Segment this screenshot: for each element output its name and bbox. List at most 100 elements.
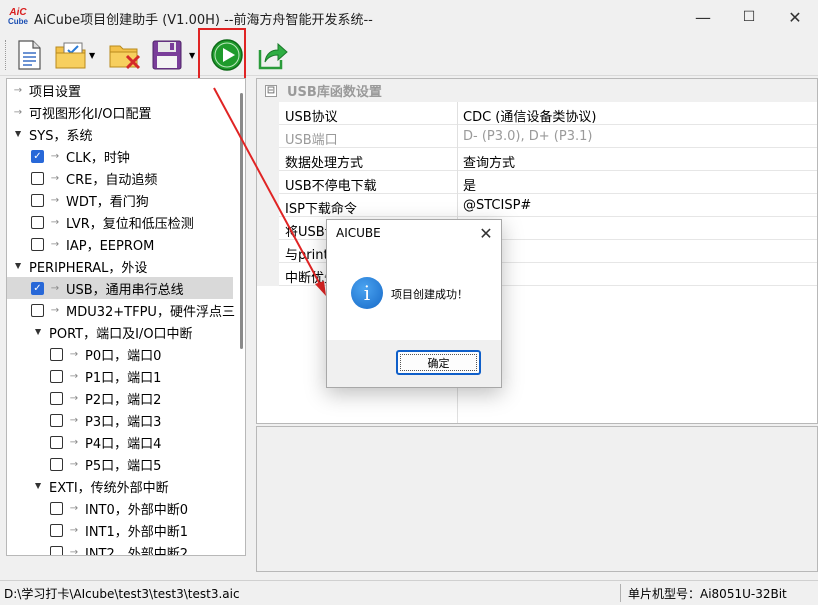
right-arrow-icon[interactable]: →: [48, 217, 62, 228]
run-button-highlight: [198, 28, 246, 85]
property-row[interactable]: USB端口 D- (P3.0), D+ (P3.1): [257, 125, 817, 148]
property-key: USB端口: [285, 133, 338, 148]
property-value[interactable]: D- (P3.0), D+ (P3.1): [463, 129, 592, 144]
right-arrow-icon[interactable]: →: [11, 107, 25, 118]
tree-item[interactable]: → P1口，端口1: [7, 365, 161, 387]
property-value[interactable]: CDC (通信设备类协议): [463, 106, 596, 125]
collapse-icon[interactable]: ⊟: [265, 84, 277, 97]
tree-item[interactable]: → WDT，看门狗: [7, 189, 149, 211]
right-arrow-icon[interactable]: →: [48, 173, 62, 184]
tree-item[interactable]: → INT2，外部中断2: [7, 541, 188, 556]
property-row[interactable]: USB不停电下载 是: [257, 171, 817, 194]
tree-item-checkbox[interactable]: [31, 193, 44, 207]
tree-item-label: P5口，端口5: [85, 458, 162, 474]
expanded-arrow-icon[interactable]: ▲: [31, 328, 45, 337]
tree-item[interactable]: → 项目设置: [7, 79, 81, 101]
tree-item[interactable]: → P3口，端口3: [7, 409, 161, 431]
close-project-button[interactable]: [108, 38, 142, 72]
tree-item-checkbox[interactable]: [50, 523, 63, 537]
tree-item[interactable]: → CRE，自动追频: [7, 167, 157, 189]
right-arrow-icon[interactable]: →: [67, 503, 81, 514]
tree-item-checkbox[interactable]: ✓: [31, 281, 44, 295]
save-project-button[interactable]: [150, 38, 184, 72]
close-button[interactable]: ✕: [772, 0, 818, 34]
tree-item-label: MDU32+TFPU，硬件浮点三: [66, 304, 235, 320]
property-value[interactable]: 是: [463, 175, 476, 194]
property-row[interactable]: 数据处理方式 查询方式: [257, 148, 817, 171]
tree-scrollbar-thumb[interactable]: [240, 93, 243, 349]
tree-item-checkbox[interactable]: [31, 171, 44, 185]
tree-scrollbar[interactable]: [237, 79, 245, 555]
dialog-close-button[interactable]: ✕: [475, 222, 497, 244]
tree-item-checkbox[interactable]: [50, 501, 63, 515]
title-bar: AiC Cube AiCube项目创建助手 (V1.00H) --前海方舟智能开…: [0, 0, 818, 34]
tree-item-checkbox[interactable]: ✓: [31, 149, 44, 163]
tree-item[interactable]: → INT1，外部中断1: [7, 519, 188, 541]
open-dropdown-icon[interactable]: ▼: [89, 51, 95, 60]
tree-item[interactable]: ▲ PERIPHERAL，外设: [7, 255, 147, 277]
right-arrow-icon[interactable]: →: [67, 547, 81, 556]
right-arrow-icon[interactable]: →: [67, 393, 81, 404]
right-arrow-icon[interactable]: →: [67, 349, 81, 360]
expanded-arrow-icon[interactable]: ▲: [31, 482, 45, 491]
right-arrow-icon[interactable]: →: [48, 239, 62, 250]
tree-item[interactable]: ✓ → CLK，时钟: [7, 145, 130, 167]
new-project-button[interactable]: [12, 38, 46, 72]
toolbar: ▼ ▼: [0, 34, 818, 76]
right-arrow-icon[interactable]: →: [67, 525, 81, 536]
save-dropdown-icon[interactable]: ▼: [189, 51, 195, 60]
ok-button[interactable]: 确定: [396, 350, 481, 375]
tree-item[interactable]: → P2口，端口2: [7, 387, 161, 409]
property-value[interactable]: 查询方式: [463, 152, 515, 171]
property-key: USB不停电下载: [285, 179, 377, 194]
tree-item[interactable]: → IAP，EEPROM: [7, 233, 154, 255]
tree-item-checkbox[interactable]: [50, 391, 63, 405]
right-arrow-icon[interactable]: →: [48, 283, 62, 294]
tree-item-checkbox[interactable]: [31, 303, 44, 317]
tree-item[interactable]: → P0口，端口0: [7, 343, 161, 365]
right-arrow-icon[interactable]: →: [67, 437, 81, 448]
tree-item-label: P0口，端口0: [85, 348, 162, 364]
tree-item[interactable]: ▲ PORT，端口及I/O口中断: [7, 321, 193, 343]
tree-item[interactable]: → INT0，外部中断0: [7, 497, 188, 519]
folder-x-icon: [109, 45, 141, 70]
toolbar-grip[interactable]: [5, 40, 8, 70]
tree-item[interactable]: → MDU32+TFPU，硬件浮点三: [7, 299, 235, 321]
property-row[interactable]: ISP下载命令 @STCISP#: [257, 194, 817, 217]
tree-item-checkbox[interactable]: [50, 369, 63, 383]
right-arrow-icon[interactable]: →: [67, 459, 81, 470]
tree-item-label: P2口，端口2: [85, 392, 162, 408]
minimize-button[interactable]: —: [680, 0, 726, 34]
tree-item-checkbox[interactable]: [50, 413, 63, 427]
property-row[interactable]: USB协议 CDC (通信设备类协议): [257, 102, 817, 125]
tree-item[interactable]: ✓ → USB，通用串行总线: [7, 277, 233, 299]
export-button[interactable]: [256, 38, 290, 72]
tree-item-checkbox[interactable]: [50, 347, 63, 361]
document-icon: [18, 40, 41, 70]
right-arrow-icon[interactable]: →: [48, 195, 62, 206]
maximize-button[interactable]: ☐: [726, 0, 772, 34]
open-project-button[interactable]: [54, 38, 88, 72]
tree-item-checkbox[interactable]: [50, 435, 63, 449]
right-arrow-icon[interactable]: →: [48, 305, 62, 316]
right-arrow-icon[interactable]: →: [67, 415, 81, 426]
tree-item[interactable]: → P5口，端口5: [7, 453, 161, 475]
tree-item[interactable]: → P4口，端口4: [7, 431, 161, 453]
tree-item[interactable]: → LVR，复位和低压检测: [7, 211, 194, 233]
floppy-icon: [152, 40, 182, 70]
expanded-arrow-icon[interactable]: ▲: [11, 130, 25, 139]
property-category[interactable]: ⊟ USB库函数设置: [257, 79, 817, 102]
property-key: 数据处理方式: [285, 156, 364, 171]
tree-item[interactable]: ▲ EXTI，传统外部中断: [7, 475, 169, 497]
right-arrow-icon[interactable]: →: [11, 85, 25, 96]
right-arrow-icon[interactable]: →: [67, 371, 81, 382]
property-value[interactable]: @STCISP#: [463, 198, 531, 213]
tree-item-checkbox[interactable]: [31, 215, 44, 229]
tree-item-checkbox[interactable]: [31, 237, 44, 251]
tree-item[interactable]: ▲ SYS，系统: [7, 123, 93, 145]
right-arrow-icon[interactable]: →: [48, 151, 62, 162]
tree-item[interactable]: → 可视图形化I/O口配置: [7, 101, 152, 123]
expanded-arrow-icon[interactable]: ▲: [11, 262, 25, 271]
tree-item-checkbox[interactable]: [50, 457, 63, 471]
tree-item-checkbox[interactable]: [50, 545, 63, 555]
